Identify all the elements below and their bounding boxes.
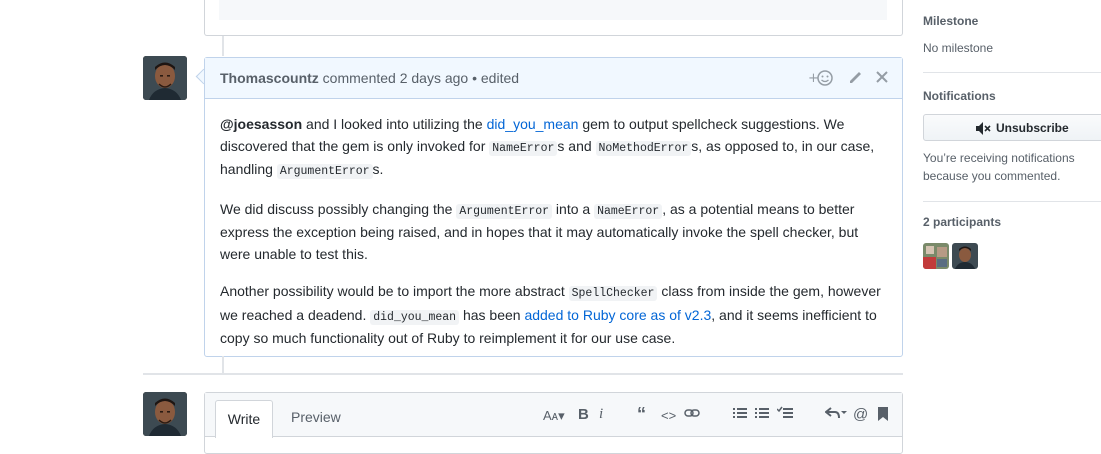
participant-avatar[interactable] (952, 243, 978, 269)
comment-header: Thomascountz commented 2 days ago • edit… (205, 58, 902, 99)
comment-body: @joesasson and I looked into utilizing t… (220, 114, 890, 366)
text: has been (459, 306, 525, 323)
text: s and (557, 137, 596, 154)
comment-paragraph-1: @joesasson and I looked into utilizing t… (220, 114, 890, 183)
reply-icon[interactable] (824, 406, 847, 424)
unordered-list-icon[interactable] (733, 406, 747, 424)
inline-code: ArgumentError (276, 164, 373, 179)
mention-icon[interactable]: @ (853, 406, 868, 423)
previous-code-block (219, 0, 887, 20)
tab-write[interactable]: Write (215, 400, 273, 438)
code-icon[interactable]: <> (661, 408, 676, 423)
link-icon[interactable] (684, 406, 700, 424)
inline-code: SpellChecker (568, 286, 658, 301)
milestone-heading: Milestone (923, 14, 979, 28)
text: s. (372, 161, 384, 177)
inline-code: NameError (594, 203, 663, 219)
close-icon[interactable] (875, 69, 889, 90)
italic-icon[interactable]: i (599, 406, 603, 423)
participants-heading: 2 participants (923, 215, 1002, 229)
mute-icon (976, 122, 991, 135)
avatar[interactable] (143, 56, 187, 100)
pencil-icon[interactable] (848, 69, 864, 90)
inline-code: did_you_mean (370, 309, 460, 325)
comment: Thomascountz commented 2 days ago • edit… (204, 57, 903, 357)
comment-meta: Thomascountz commented 2 days ago • edit… (220, 70, 519, 86)
comment-paragraph-2: We did discuss possibly changing the Arg… (220, 199, 890, 266)
comment-composer: Write Preview Aᴀ▾ B i “ <> @ (204, 392, 903, 454)
text: and I looked into utilizing the (302, 116, 487, 132)
comment-author[interactable]: Thomascountz (220, 70, 319, 86)
ordered-list-icon[interactable] (755, 406, 769, 424)
quote-icon[interactable]: “ (637, 404, 646, 425)
task-list-icon[interactable] (776, 406, 793, 424)
did-you-mean-link[interactable]: did_you_mean (487, 116, 579, 132)
inline-code: ArgumentError (456, 203, 553, 219)
composer-toolbar: Write Preview Aᴀ▾ B i “ <> @ (205, 393, 902, 438)
milestone-value: No milestone (923, 41, 994, 55)
bold-icon[interactable]: B (578, 406, 589, 423)
inline-code: NameError (489, 140, 558, 156)
timeline-line (222, 36, 224, 56)
ruby-core-link[interactable]: added to Ruby core as of v2.3 (524, 307, 711, 323)
text: Another possibility would be to import t… (220, 283, 569, 299)
timeline-line (222, 356, 224, 374)
add-reaction-icon[interactable]: + (808, 69, 834, 92)
sidebar-divider (923, 72, 1101, 73)
notifications-reason: You’re receiving notifications because y… (923, 151, 1075, 183)
timeline-divider (143, 373, 903, 375)
unsubscribe-label: Unsubscribe (996, 121, 1069, 135)
text: into a (552, 200, 595, 217)
unsubscribe-button[interactable]: Unsubscribe (923, 114, 1101, 141)
participant-avatar[interactable] (923, 243, 949, 269)
text: We did discuss possibly changing the (220, 200, 457, 217)
comment-timestamp[interactable]: commented 2 days ago • edited (323, 70, 519, 86)
bookmark-icon[interactable] (877, 406, 889, 426)
user-mention[interactable]: @joesasson (220, 116, 302, 132)
text-size-icon[interactable]: Aᴀ▾ (543, 408, 565, 424)
inline-code: NoMethodError (595, 140, 692, 156)
sidebar-divider (923, 201, 1101, 202)
comment-paragraph-3: Another possibility would be to import t… (220, 281, 890, 350)
current-user-avatar[interactable] (143, 392, 187, 436)
notifications-heading: Notifications (923, 89, 996, 103)
tab-preview[interactable]: Preview (291, 409, 341, 425)
